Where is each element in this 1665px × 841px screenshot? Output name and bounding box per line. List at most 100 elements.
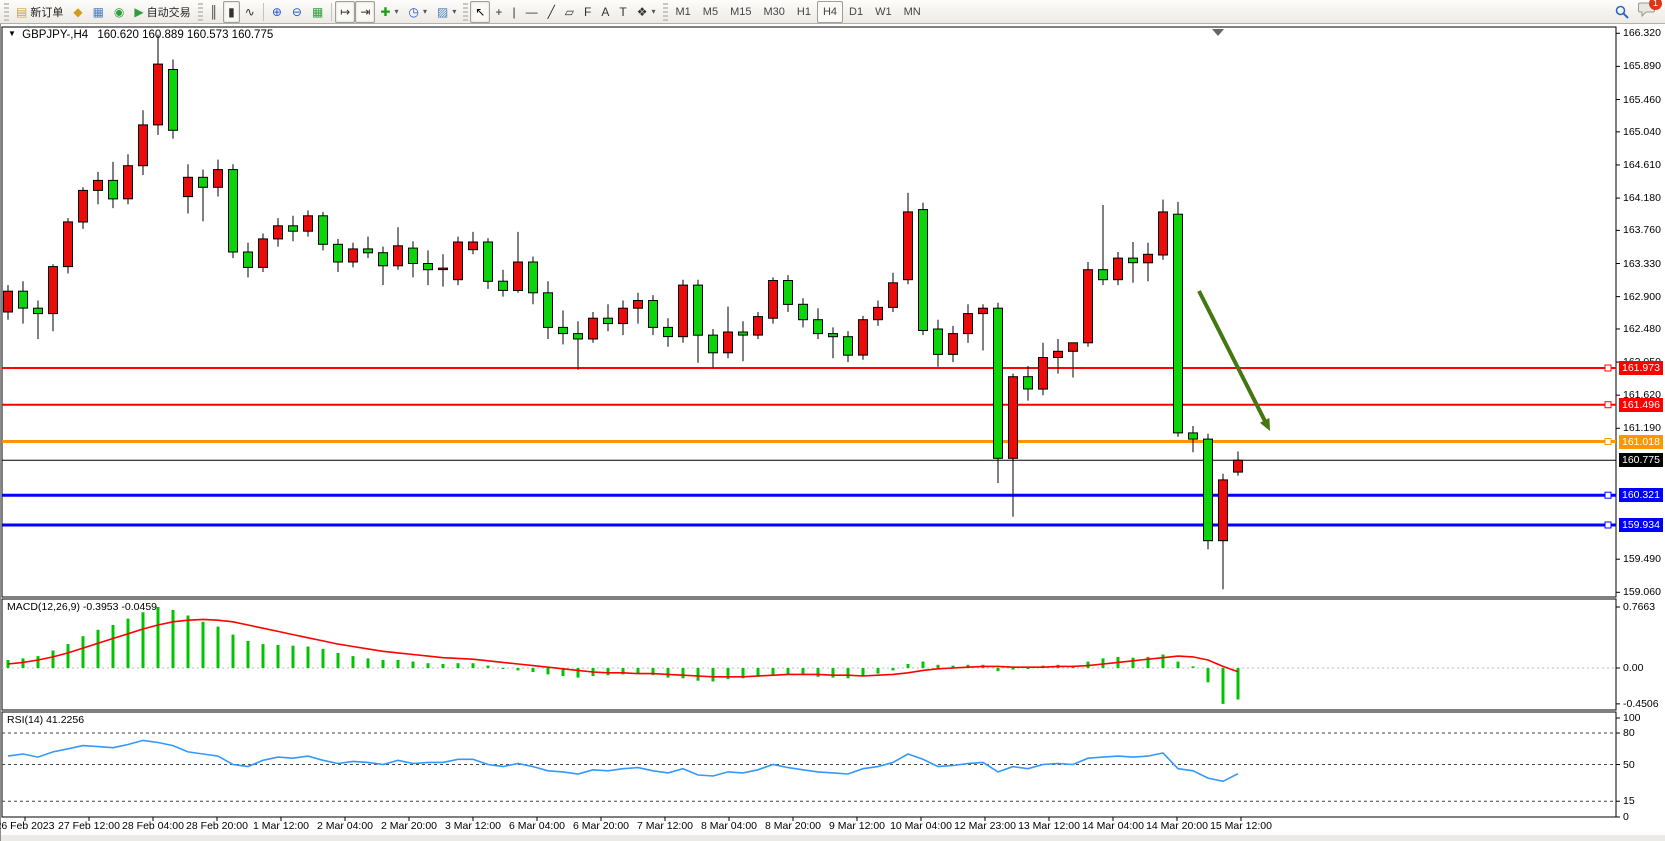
candlestick-chart-button[interactable]: ▮ [223, 1, 240, 23]
candle-bearish[interactable] [424, 264, 433, 270]
candle-bearish[interactable] [709, 335, 718, 353]
candle-bullish[interactable] [349, 249, 358, 262]
crosshair-button[interactable]: + [490, 1, 507, 23]
candle-bearish[interactable] [1204, 439, 1213, 541]
candle-bullish[interactable] [769, 281, 778, 319]
terminal-button[interactable]: ◉ [109, 1, 129, 23]
candle-bullish[interactable] [1054, 351, 1063, 357]
candle-bullish[interactable] [1069, 343, 1078, 352]
candle-bullish[interactable] [79, 190, 88, 222]
candle-bullish[interactable] [949, 334, 958, 355]
candle-bullish[interactable] [1234, 460, 1243, 472]
tile-windows-button[interactable]: ▦ [307, 1, 328, 23]
candle-bullish[interactable] [214, 170, 223, 188]
candle-bearish[interactable] [559, 327, 568, 333]
hline-anchor-support-2[interactable] [1605, 522, 1611, 528]
candle-bullish[interactable] [964, 314, 973, 334]
hline-anchor-resistance-1[interactable] [1605, 365, 1611, 371]
candle-bearish[interactable] [1174, 214, 1183, 433]
vertical-line-button[interactable]: | [507, 1, 520, 23]
line-chart-button[interactable]: ∿ [240, 1, 260, 23]
candle-bullish[interactable] [394, 246, 403, 266]
candle-bearish[interactable] [574, 334, 583, 339]
candle-bullish[interactable] [469, 242, 478, 250]
candle-bearish[interactable] [739, 332, 748, 335]
candle-bullish[interactable] [754, 317, 763, 336]
autotrading-button[interactable]: ▶ 自动交易 [129, 1, 195, 23]
candle-bullish[interactable] [124, 166, 133, 199]
candle-bearish[interactable] [529, 262, 538, 293]
candle-bullish[interactable] [514, 262, 523, 291]
candle-bearish[interactable] [319, 216, 328, 245]
timeframe-button-h1[interactable]: H1 [791, 1, 817, 23]
candle-bearish[interactable] [1129, 258, 1138, 263]
candle-bullish[interactable] [1039, 358, 1048, 390]
templates-button[interactable]: ▨▾ [432, 1, 461, 23]
candle-bullish[interactable] [64, 222, 73, 267]
macd-pane[interactable] [2, 599, 1616, 710]
candle-bullish[interactable] [94, 180, 103, 190]
cursor-button[interactable]: ↖ [470, 1, 490, 23]
timeframe-button-m30[interactable]: M30 [757, 1, 790, 23]
candle-bullish[interactable] [859, 320, 868, 355]
candle-bullish[interactable] [589, 318, 598, 339]
candle-bullish[interactable] [304, 216, 313, 231]
equidistant-channel-button[interactable]: ▱ [560, 1, 579, 23]
text-label-button[interactable]: T [614, 1, 631, 23]
horizontal-line-button[interactable]: — [521, 1, 543, 23]
main-pane[interactable] [2, 27, 1616, 597]
candle-bullish[interactable] [454, 242, 463, 280]
data-window-button[interactable]: ▦ [88, 1, 109, 23]
candle-bearish[interactable] [409, 248, 418, 263]
candle-bearish[interactable] [919, 210, 928, 331]
candle-bearish[interactable] [34, 308, 43, 313]
timeframe-button-m15[interactable]: M15 [724, 1, 757, 23]
candle-bearish[interactable] [499, 281, 508, 290]
hline-anchor-support-1[interactable] [1605, 492, 1611, 498]
auto-scroll-button[interactable]: ↦ [335, 1, 355, 23]
candle-bullish[interactable] [619, 308, 628, 323]
candle-bullish[interactable] [1114, 258, 1123, 280]
candle-bearish[interactable] [934, 329, 943, 354]
candle-bullish[interactable] [274, 226, 283, 239]
candle-bearish[interactable] [814, 320, 823, 334]
new-order-button[interactable]: ▤ 新订单 [11, 1, 68, 23]
toolbar-grip[interactable] [463, 3, 468, 21]
candle-bullish[interactable] [49, 267, 58, 314]
candle-bearish[interactable] [379, 253, 388, 266]
candle-bearish[interactable] [1099, 270, 1108, 280]
candle-bearish[interactable] [829, 334, 838, 337]
candle-bearish[interactable] [229, 170, 238, 252]
candle-bearish[interactable] [199, 177, 208, 187]
candle-bearish[interactable] [604, 318, 613, 323]
candle-bearish[interactable] [19, 291, 28, 308]
candle-bullish[interactable] [439, 268, 448, 270]
zoom-in-button[interactable]: ⊕ [267, 1, 287, 23]
arrows-button[interactable]: ❖▾ [632, 1, 661, 23]
chart-canvas[interactable] [0, 0, 1665, 841]
candle-bearish[interactable] [799, 304, 808, 319]
candle-bullish[interactable] [874, 307, 883, 319]
candle-bearish[interactable] [649, 301, 658, 328]
toolbar-grip[interactable] [663, 3, 668, 21]
candle-bearish[interactable] [364, 249, 373, 253]
indicators-button[interactable]: ✚▾ [375, 1, 403, 23]
candle-bearish[interactable] [109, 180, 118, 199]
candle-bullish[interactable] [904, 212, 913, 280]
candle-bearish[interactable] [169, 70, 178, 131]
candle-bearish[interactable] [1189, 433, 1198, 439]
candle-bullish[interactable] [979, 308, 988, 313]
chart-shift-button[interactable]: ⇥ [355, 1, 375, 23]
text-button[interactable]: A [596, 1, 614, 23]
candle-bullish[interactable] [4, 291, 13, 312]
candle-bullish[interactable] [634, 301, 643, 309]
candle-bearish[interactable] [289, 226, 298, 231]
candle-bullish[interactable] [679, 285, 688, 337]
periods-button[interactable]: ◷▾ [404, 1, 433, 23]
timeframe-button-h4[interactable]: H4 [817, 1, 843, 23]
zoom-out-button[interactable]: ⊖ [287, 1, 307, 23]
toolbar-grip[interactable] [4, 3, 9, 21]
candle-bearish[interactable] [244, 252, 253, 267]
timeframe-button-d1[interactable]: D1 [843, 1, 869, 23]
search-icon[interactable] [1614, 4, 1630, 20]
